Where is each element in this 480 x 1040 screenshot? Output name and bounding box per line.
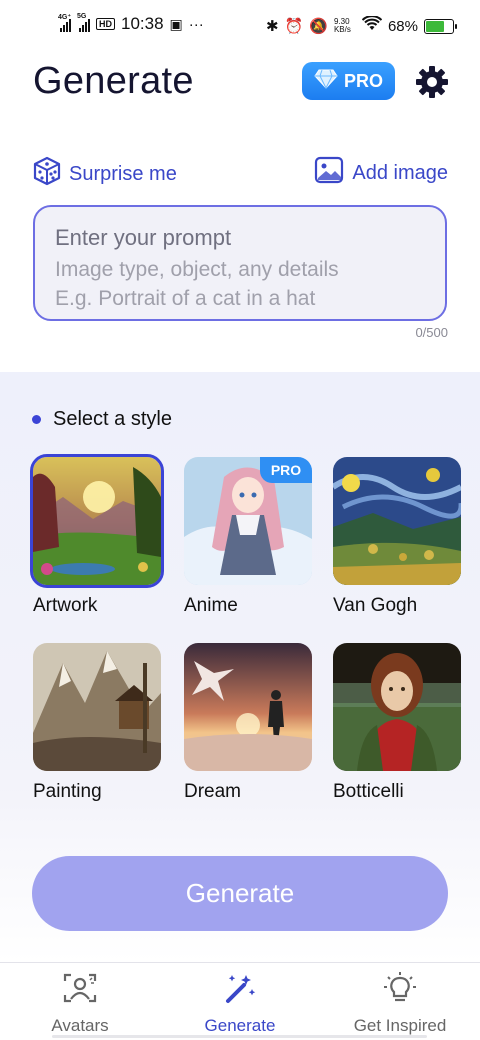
- style-painting[interactable]: Painting: [33, 643, 161, 803]
- dream-thumbnail: [184, 643, 312, 771]
- diamond-icon: [314, 69, 338, 94]
- character-counter: 0/500: [415, 325, 448, 340]
- more-icon: ···: [188, 15, 204, 33]
- battery-percent: 68%: [387, 17, 418, 35]
- style-van-gogh[interactable]: Van Gogh: [333, 457, 461, 617]
- style-label: Artwork: [33, 595, 98, 616]
- bluetooth-icon: ✱: [266, 18, 279, 35]
- style-botticelli[interactable]: Botticelli: [333, 643, 461, 803]
- status-left: 4G⁺ 5G HD 10:38 ▣ ···: [58, 13, 204, 34]
- nav-item-generate[interactable]: Generate: [160, 971, 320, 1036]
- dice-icon: [33, 156, 61, 192]
- style-label: Botticelli: [333, 781, 404, 802]
- nav-label: Generate: [204, 1016, 276, 1035]
- clock: 10:38: [121, 14, 164, 33]
- page-title: Generate: [33, 60, 194, 102]
- nav-label: Avatars: [51, 1016, 109, 1035]
- painting-thumbnail: [33, 643, 161, 771]
- alarm-icon: ⏰: [284, 18, 304, 35]
- van-gogh-thumbnail: [333, 457, 461, 585]
- prompt-hint-line-2: E.g. Portrait of a cat in a hat: [55, 287, 316, 310]
- style-label: Painting: [33, 781, 102, 802]
- generate-button[interactable]: Generate: [32, 856, 448, 931]
- style-dream[interactable]: Dream: [184, 643, 312, 803]
- style-anime[interactable]: PRO Anime: [184, 457, 312, 617]
- home-indicator: [52, 1035, 427, 1038]
- pro-label: PRO: [343, 70, 383, 91]
- signal-5g-icon: 5G: [77, 13, 90, 32]
- pro-badge: PRO: [260, 457, 312, 483]
- pro-button[interactable]: PRO: [302, 62, 395, 100]
- add-image-button[interactable]: Add image: [314, 156, 448, 190]
- prompt-input[interactable]: Enter your prompt Image type, object, an…: [33, 205, 447, 321]
- battery-icon: [424, 18, 457, 34]
- bullet-dot: [32, 415, 41, 424]
- mute-icon: 🔕: [309, 18, 328, 35]
- status-right: ✱ ⏰ 🔕 9.30 KB/s 68%: [266, 15, 457, 36]
- style-heading-label: Select a style: [53, 408, 172, 430]
- nav-item-avatars[interactable]: Avatars: [0, 971, 160, 1036]
- style-label: Anime: [184, 595, 238, 616]
- prompt-placeholder-title: Enter your prompt: [55, 225, 232, 250]
- battery-fill: [426, 20, 444, 32]
- bottom-nav: Avatars Generate Get Inspired: [0, 962, 480, 1040]
- style-artwork[interactable]: Artwork: [30, 454, 164, 617]
- style-label: Van Gogh: [333, 595, 418, 616]
- prompt-hint-line-1: Image type, object, any details: [55, 258, 339, 281]
- avatar-scan-icon: [62, 971, 98, 1010]
- magic-wand-icon: [222, 971, 258, 1010]
- hd-voice-icon: HD: [96, 18, 115, 30]
- style-heading: Select a style: [32, 408, 172, 431]
- anime-thumbnail: PRO: [184, 457, 312, 585]
- image-icon: [314, 156, 344, 190]
- status-bar: 4G⁺ 5G HD 10:38 ▣ ··· ✱ ⏰ 🔕 9.30 KB/s 68…: [0, 0, 480, 52]
- network-speed: 9.30 KB/s: [333, 17, 351, 34]
- lightbulb-icon: [382, 971, 418, 1010]
- artwork-thumbnail: [30, 454, 164, 588]
- surprise-me-button[interactable]: Surprise me: [33, 156, 177, 192]
- gear-icon[interactable]: [414, 64, 450, 100]
- nav-label: Get Inspired: [353, 1016, 447, 1035]
- botticelli-thumbnail: [333, 643, 461, 771]
- add-image-label: Add image: [352, 161, 448, 184]
- surprise-me-label: Surprise me: [69, 162, 177, 185]
- signal-icon: 4G⁺: [58, 14, 71, 32]
- nav-item-get-inspired[interactable]: Get Inspired: [320, 971, 480, 1036]
- notification-icon: ▣: [169, 15, 183, 32]
- wifi-icon: [361, 15, 383, 36]
- style-label: Dream: [184, 781, 242, 802]
